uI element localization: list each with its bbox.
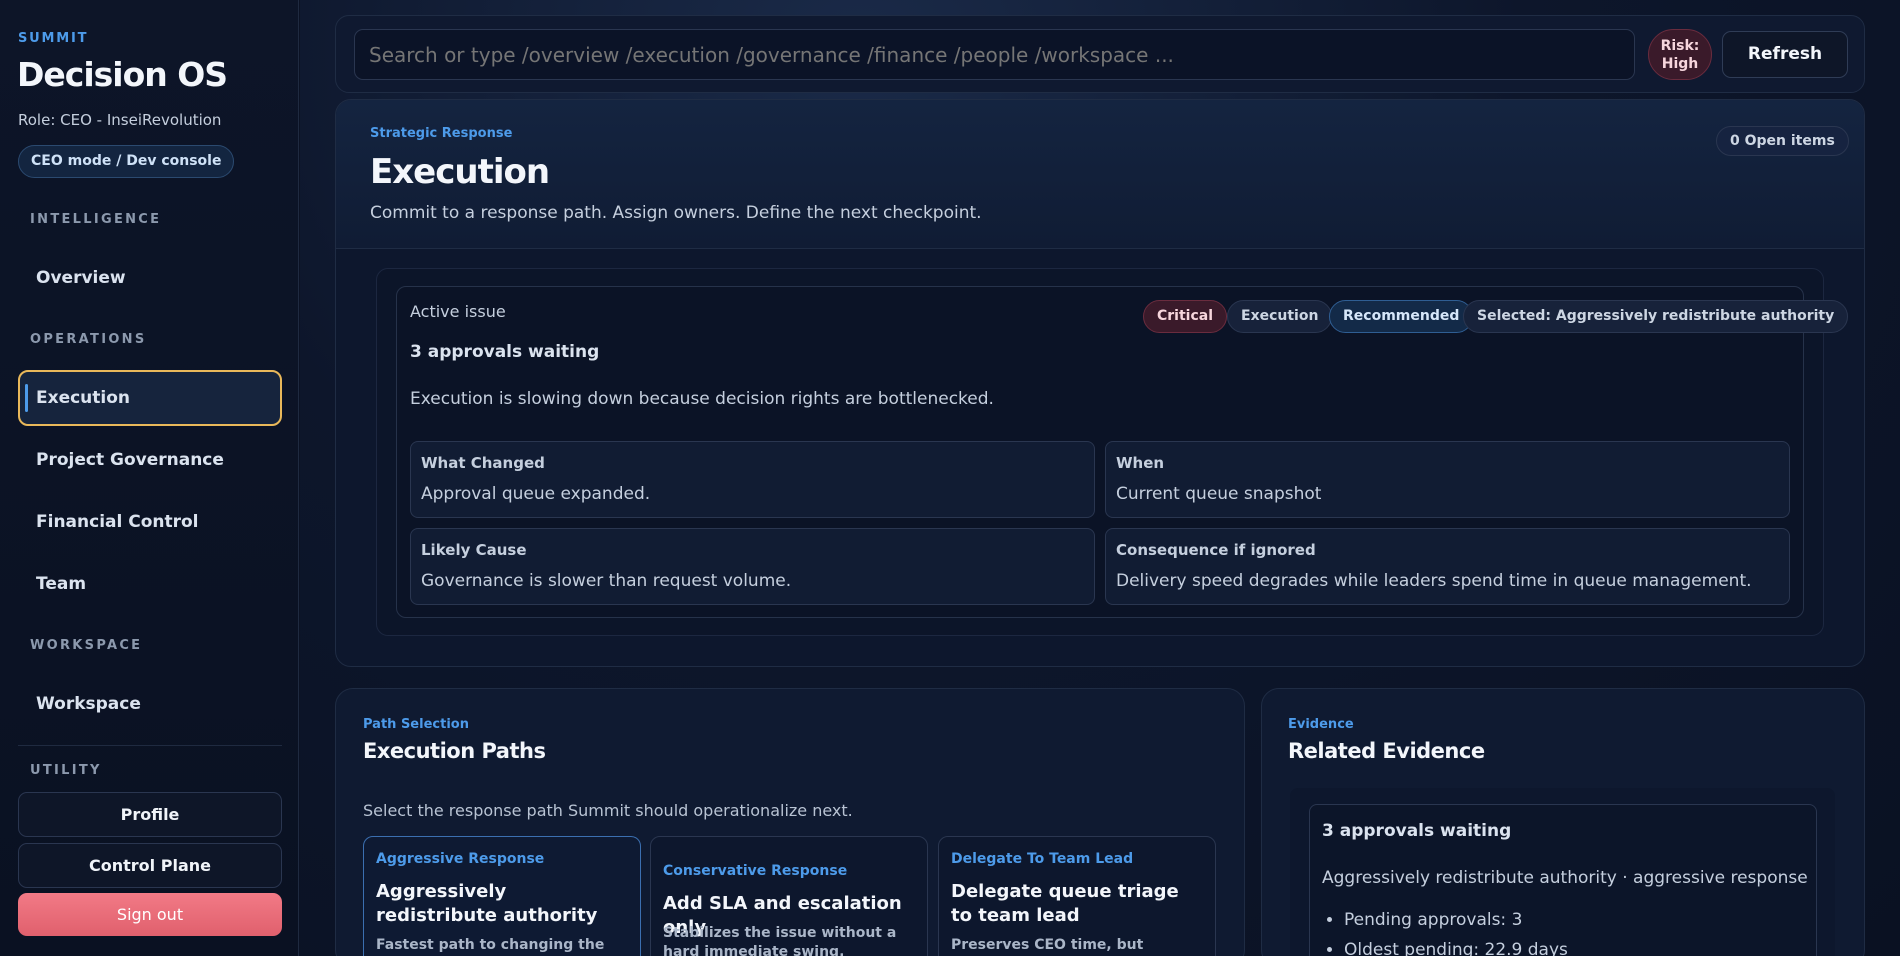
path-title: Aggressively redistribute authority xyxy=(376,881,598,926)
page-title: Execution xyxy=(370,152,550,192)
evidence-title: Related Evidence xyxy=(1288,739,1485,763)
fact-consequence: Consequence if ignored Delivery speed de… xyxy=(1105,528,1790,605)
path-card-conservative[interactable]: Conservative Response Add SLA and escala… xyxy=(650,836,928,956)
path-title: Delegate queue triage to team lead xyxy=(951,881,1179,926)
brand-kicker: SUMMIT xyxy=(18,31,89,46)
sidebar-divider xyxy=(18,745,282,746)
fact-label: Likely Cause xyxy=(421,541,527,559)
evidence-metrics-list: Pending approvals: 3 Oldest pending: 22.… xyxy=(1344,908,1568,956)
mode-badge: CEO mode / Dev console xyxy=(18,145,235,178)
fact-label: Consequence if ignored xyxy=(1116,541,1316,559)
evidence-card-subtitle: Aggressively redistribute authority · ag… xyxy=(1322,868,1808,888)
fact-what-changed: What Changed Approval queue expanded. xyxy=(410,441,1095,518)
evidence-card-title: 3 approvals waiting xyxy=(1322,821,1512,841)
fact-label: When xyxy=(1116,454,1165,472)
fact-likely-cause: Likely Cause Governance is slower than r… xyxy=(410,528,1095,605)
page-subtitle: Commit to a response path. Assign owners… xyxy=(370,203,982,223)
user-role: Role: CEO - InseiRevolution xyxy=(18,111,222,129)
search-input[interactable] xyxy=(354,29,1635,80)
evidence-kicker: Evidence xyxy=(1288,717,1354,732)
risk-badge-label: Risk: xyxy=(1660,38,1700,54)
open-items-badge[interactable]: 0 Open items xyxy=(1716,126,1849,156)
active-issue-description: Execution is slowing down because decisi… xyxy=(410,389,994,409)
fact-value: Delivery speed degrades while leaders sp… xyxy=(1116,571,1752,591)
paths-subtitle: Select the response path Summit should o… xyxy=(363,801,853,820)
paths-kicker: Path Selection xyxy=(363,717,469,732)
sidebar-item-team[interactable]: Team xyxy=(18,556,282,612)
evidence-metric: Pending approvals: 3 xyxy=(1344,908,1568,933)
evidence-metric: Oldest pending: 22.9 days xyxy=(1344,938,1568,956)
path-kicker: Delegate To Team Lead xyxy=(951,851,1134,867)
recommended-badge: Recommended xyxy=(1329,300,1474,333)
control-plane-button[interactable]: Control Plane xyxy=(18,843,282,888)
sidebar: SUMMIT Decision OS Role: CEO - InseiRevo… xyxy=(0,0,299,956)
paths-title: Execution Paths xyxy=(363,739,546,763)
refresh-button[interactable]: Refresh xyxy=(1722,31,1848,78)
risk-badge[interactable]: Risk: High xyxy=(1648,29,1712,80)
path-kicker: Aggressive Response xyxy=(376,851,545,867)
hero-header xyxy=(336,100,1864,249)
section-label-intelligence: INTELLIGENCE xyxy=(30,212,162,227)
path-card-aggressive[interactable]: Aggressive Response Aggressively redistr… xyxy=(363,836,641,956)
path-kicker: Conservative Response xyxy=(663,863,848,879)
path-description: Fastest path to changing the xyxy=(376,937,605,953)
section-label-utility: UTILITY xyxy=(30,763,102,778)
fact-label: What Changed xyxy=(421,454,545,472)
sidebar-item-overview[interactable]: Overview xyxy=(18,250,282,306)
sidebar-item-project-governance[interactable]: Project Governance xyxy=(18,432,282,488)
section-label-operations: OPERATIONS xyxy=(30,332,147,347)
path-description: Preserves CEO time, but depends on xyxy=(951,937,1144,953)
profile-button[interactable]: Profile xyxy=(18,792,282,837)
risk-badge-level: High xyxy=(1661,56,1699,72)
selected-path-badge: Selected: Aggressively redistribute auth… xyxy=(1463,300,1849,333)
critical-badge: Critical xyxy=(1143,300,1228,333)
sidebar-item-financial-control[interactable]: Financial Control xyxy=(18,494,282,550)
fact-value: Current queue snapshot xyxy=(1116,484,1322,504)
path-card-delegate[interactable]: Delegate To Team Lead Delegate queue tri… xyxy=(938,836,1216,956)
path-description: Stabilizes the issue without a hard imme… xyxy=(663,925,897,956)
app-title: Decision OS xyxy=(17,55,228,94)
fact-value: Approval queue expanded. xyxy=(421,484,651,504)
fact-when: When Current queue snapshot xyxy=(1105,441,1790,518)
hero-kicker: Strategic Response xyxy=(370,126,513,141)
fact-value: Governance is slower than request volume… xyxy=(421,571,792,591)
sidebar-item-execution[interactable]: Execution xyxy=(18,370,282,426)
execution-badge: Execution xyxy=(1227,300,1333,333)
active-issue-label: Active issue xyxy=(410,302,506,321)
sign-out-button[interactable]: Sign out xyxy=(18,893,282,936)
section-label-workspace: WORKSPACE xyxy=(30,638,143,653)
active-issue-headline: 3 approvals waiting xyxy=(410,342,600,362)
sidebar-item-workspace[interactable]: Workspace xyxy=(18,676,282,732)
